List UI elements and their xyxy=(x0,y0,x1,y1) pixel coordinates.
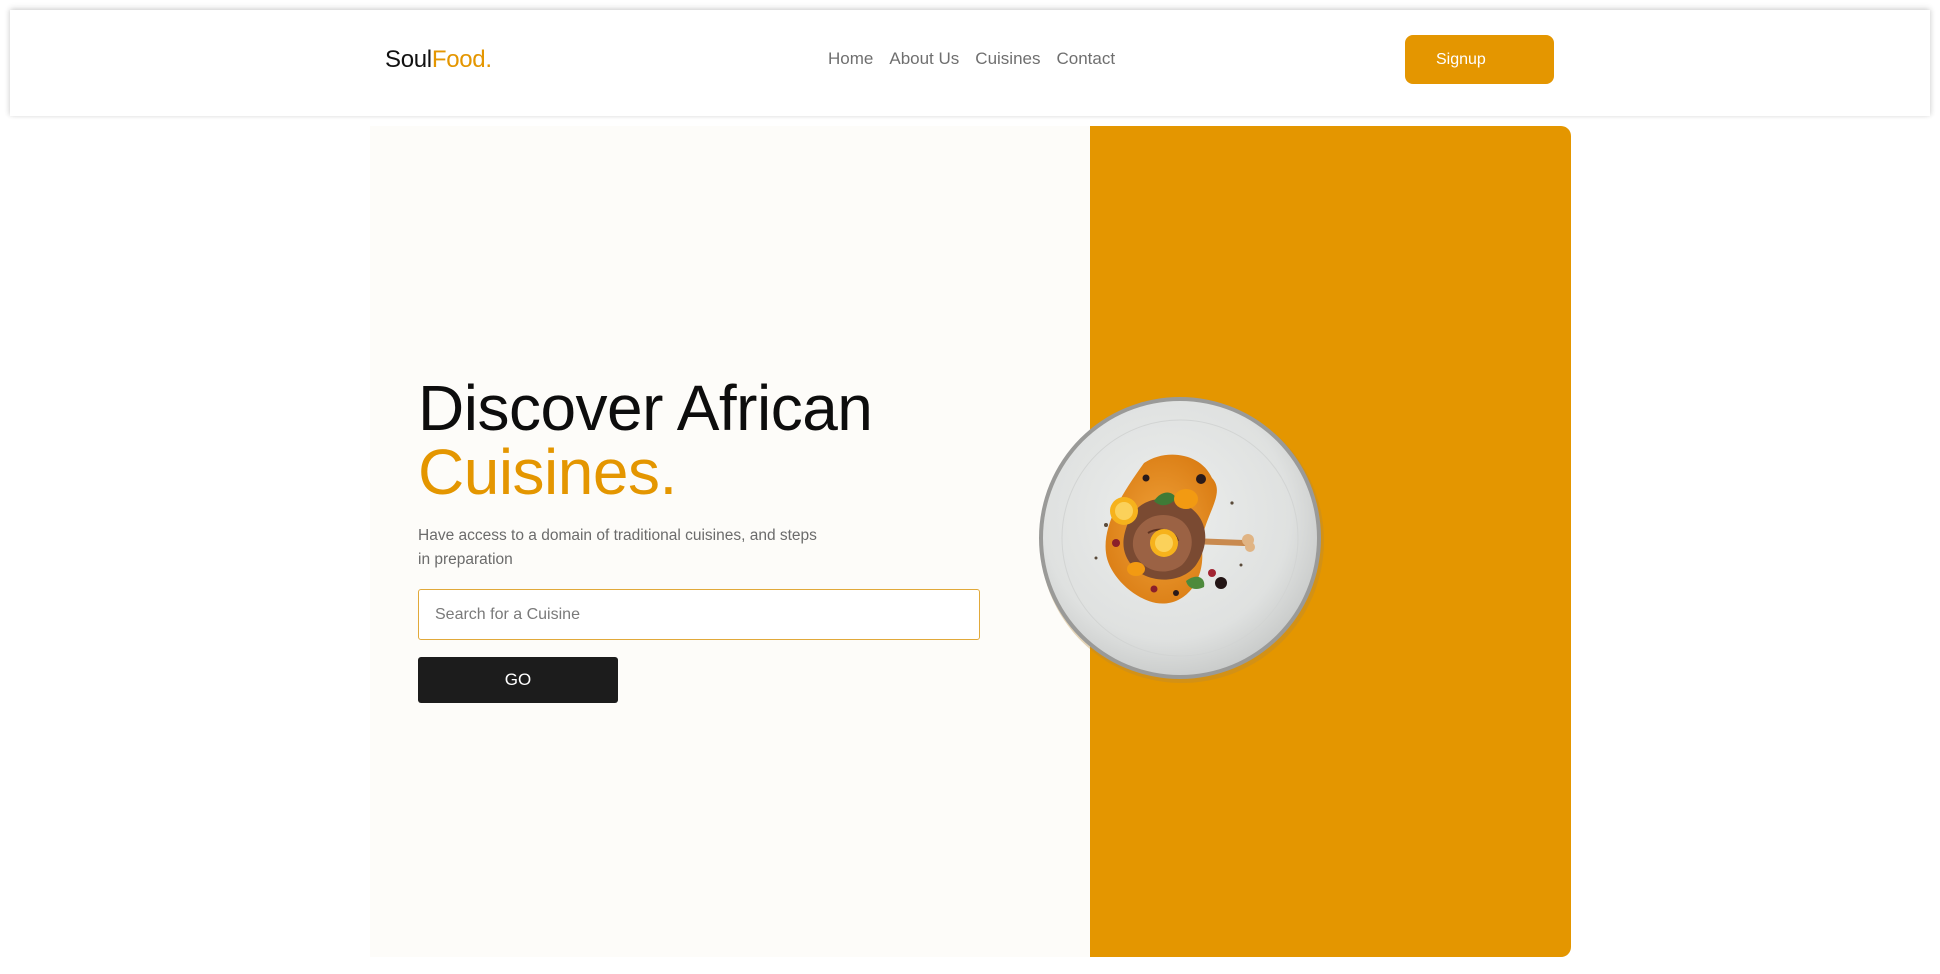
nav-link-about-us[interactable]: About Us xyxy=(889,49,959,69)
hero-subtitle: Have access to a domain of traditional c… xyxy=(418,527,817,568)
navbar: SoulFood. Home About Us Cuisines Contact… xyxy=(10,10,1930,116)
nav-link-cuisines[interactable]: Cuisines xyxy=(975,49,1040,69)
hero-headline: Discover African Cuisines. xyxy=(418,372,873,508)
cuisine-search-input[interactable] xyxy=(418,589,980,640)
logo[interactable]: SoulFood. xyxy=(385,46,492,74)
headline-line-1: Discover African xyxy=(418,372,873,444)
nav-links: Home About Us Cuisines Contact xyxy=(828,49,1115,69)
nav-link-contact[interactable]: Contact xyxy=(1057,49,1116,69)
plated-dish-image xyxy=(1039,397,1324,683)
headline-line-2: Cuisines. xyxy=(418,436,677,508)
nav-link-home[interactable]: Home xyxy=(828,49,873,69)
logo-accent-text: Food. xyxy=(431,46,492,73)
go-button[interactable]: GO xyxy=(418,657,618,703)
signup-button[interactable]: Signup xyxy=(1405,35,1554,84)
logo-primary-text: Soul xyxy=(385,46,432,73)
